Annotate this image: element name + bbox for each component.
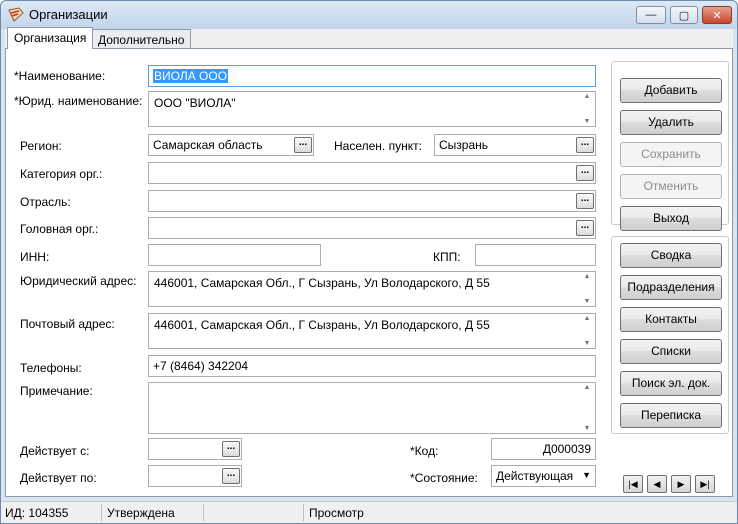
valid-to-label: Действует по: xyxy=(20,471,97,485)
parent-org-label: Головная орг.: xyxy=(20,222,99,236)
actions-group: Добавить Удалить Сохранить Отменить Выхо… xyxy=(611,61,729,231)
industry-label: Отрасль: xyxy=(20,195,71,209)
code-field[interactable]: Д000039 xyxy=(491,438,596,460)
valid-from-calendar-button[interactable]: ... xyxy=(222,441,240,457)
inn-label: ИНН: xyxy=(20,250,50,264)
exit-button[interactable]: Выход xyxy=(620,206,722,231)
category-field[interactable] xyxy=(148,162,596,184)
organizations-window: Организации — ▢ ✕ Организация Дополнител… xyxy=(0,0,738,524)
tab-additional[interactable]: Дополнительно xyxy=(91,29,192,49)
name-value: ВИОЛА ООО xyxy=(153,69,229,83)
contacts-button[interactable]: Контакты xyxy=(620,307,722,332)
legal-address-field[interactable]: 446001, Самарская Обл., Г Сызрань, Ул Во… xyxy=(148,271,596,307)
phones-label: Телефоны: xyxy=(20,361,82,375)
cancel-button[interactable]: Отменить xyxy=(620,174,722,199)
status-label: *Состояние: xyxy=(410,471,478,485)
locality-field[interactable]: Сызрань xyxy=(434,134,596,156)
name-field[interactable]: ВИОЛА ООО xyxy=(148,65,596,87)
window-title: Организации xyxy=(29,7,108,22)
tab-page-organization: *Наименование: ВИОЛА ООО *Юрид. наименов… xyxy=(5,48,733,497)
note-scrollbar[interactable]: ▲ ▼ xyxy=(580,384,594,432)
locality-label: Населен. пункт: xyxy=(334,139,422,153)
related-group: Сводка Подразделения Контакты Списки Пои… xyxy=(611,236,729,434)
legal-name-field[interactable]: ООО "ВИОЛА" ▲ ▼ xyxy=(148,91,596,127)
save-button[interactable]: Сохранить xyxy=(620,142,722,167)
scroll-down-icon[interactable]: ▼ xyxy=(584,118,591,125)
status-bar: ИД: 104355 Утверждена Просмотр xyxy=(1,501,737,523)
inn-field[interactable] xyxy=(148,244,321,266)
scroll-up-icon[interactable]: ▲ xyxy=(584,273,591,280)
next-record-button[interactable]: ▶ xyxy=(671,475,691,493)
status-select[interactable]: Действующая ▼ xyxy=(491,465,596,487)
scroll-up-icon[interactable]: ▲ xyxy=(584,93,591,100)
lists-button[interactable]: Списки xyxy=(620,339,722,364)
legal-address-value: 446001, Самарская Обл., Г Сызрань, Ул Во… xyxy=(154,276,490,290)
last-record-button[interactable]: ▶| xyxy=(695,475,715,493)
app-icon xyxy=(8,7,24,22)
maximize-button[interactable]: ▢ xyxy=(670,6,698,24)
delete-button[interactable]: Удалить xyxy=(620,110,722,135)
summary-button[interactable]: Сводка xyxy=(620,243,722,268)
valid-to-calendar-button[interactable]: ... xyxy=(222,468,240,484)
code-label: *Код: xyxy=(410,444,439,458)
status-id: ИД: 104355 xyxy=(5,506,69,520)
kpp-field[interactable] xyxy=(475,244,596,266)
correspondence-button[interactable]: Переписка xyxy=(620,403,722,428)
add-button[interactable]: Добавить xyxy=(620,78,722,103)
status-divider xyxy=(303,504,304,521)
scroll-down-icon[interactable]: ▼ xyxy=(584,340,591,347)
name-label: *Наименование: xyxy=(14,69,106,83)
legal-name-value: ООО "ВИОЛА" xyxy=(154,96,236,110)
scroll-up-icon[interactable]: ▲ xyxy=(584,315,591,322)
valid-from-label: Действует с: xyxy=(20,444,90,458)
scroll-down-icon[interactable]: ▼ xyxy=(584,425,591,432)
title-bar[interactable]: Организации — ▢ ✕ xyxy=(1,1,737,29)
category-label: Категория орг.: xyxy=(20,167,103,181)
client-area: Организация Дополнительно *Наименование:… xyxy=(5,27,733,497)
parent-org-lookup-button[interactable]: ... xyxy=(576,220,594,236)
category-lookup-button[interactable]: ... xyxy=(576,165,594,181)
region-field[interactable]: Самарская область xyxy=(148,134,314,156)
chevron-down-icon[interactable]: ▼ xyxy=(582,470,591,480)
note-label: Примечание: xyxy=(20,384,93,398)
tab-organization[interactable]: Организация xyxy=(7,27,94,49)
postal-address-field[interactable]: 446001, Самарская Обл., Г Сызрань, Ул Во… xyxy=(148,313,596,349)
phones-field[interactable]: +7 (8464) 342204 xyxy=(148,355,596,377)
region-label: Регион: xyxy=(20,139,62,153)
scroll-up-icon[interactable]: ▲ xyxy=(584,384,591,391)
status-mode: Просмотр xyxy=(309,506,364,520)
legal-name-label: *Юрид. наименование: xyxy=(14,94,143,108)
status-divider xyxy=(101,504,102,521)
legal-name-scrollbar[interactable]: ▲ ▼ xyxy=(580,93,594,125)
region-lookup-button[interactable]: ... xyxy=(294,137,312,153)
industry-field[interactable] xyxy=(148,190,596,212)
departments-button[interactable]: Подразделения xyxy=(620,275,722,300)
legal-address-label: Юридический адрес: xyxy=(20,274,137,288)
legal-address-scrollbar[interactable]: ▲ ▼ xyxy=(580,273,594,305)
industry-lookup-button[interactable]: ... xyxy=(576,193,594,209)
status-approval: Утверждена xyxy=(107,506,175,520)
status-value: Действующая xyxy=(496,469,574,483)
postal-address-label: Почтовый адрес: xyxy=(20,317,115,331)
prev-record-button[interactable]: ◀ xyxy=(647,475,667,493)
locality-lookup-button[interactable]: ... xyxy=(576,137,594,153)
close-button[interactable]: ✕ xyxy=(702,6,732,24)
first-record-button[interactable]: |◀ xyxy=(623,475,643,493)
postal-address-value: 446001, Самарская Обл., Г Сызрань, Ул Во… xyxy=(154,318,490,332)
scroll-down-icon[interactable]: ▼ xyxy=(584,298,591,305)
note-field[interactable]: ▲ ▼ xyxy=(148,382,596,434)
parent-org-field[interactable] xyxy=(148,217,596,239)
kpp-label: КПП: xyxy=(433,250,461,264)
status-divider xyxy=(203,504,204,521)
postal-address-scrollbar[interactable]: ▲ ▼ xyxy=(580,315,594,347)
minimize-button[interactable]: — xyxy=(636,6,666,24)
search-documents-button[interactable]: Поиск эл. док. xyxy=(620,371,722,396)
